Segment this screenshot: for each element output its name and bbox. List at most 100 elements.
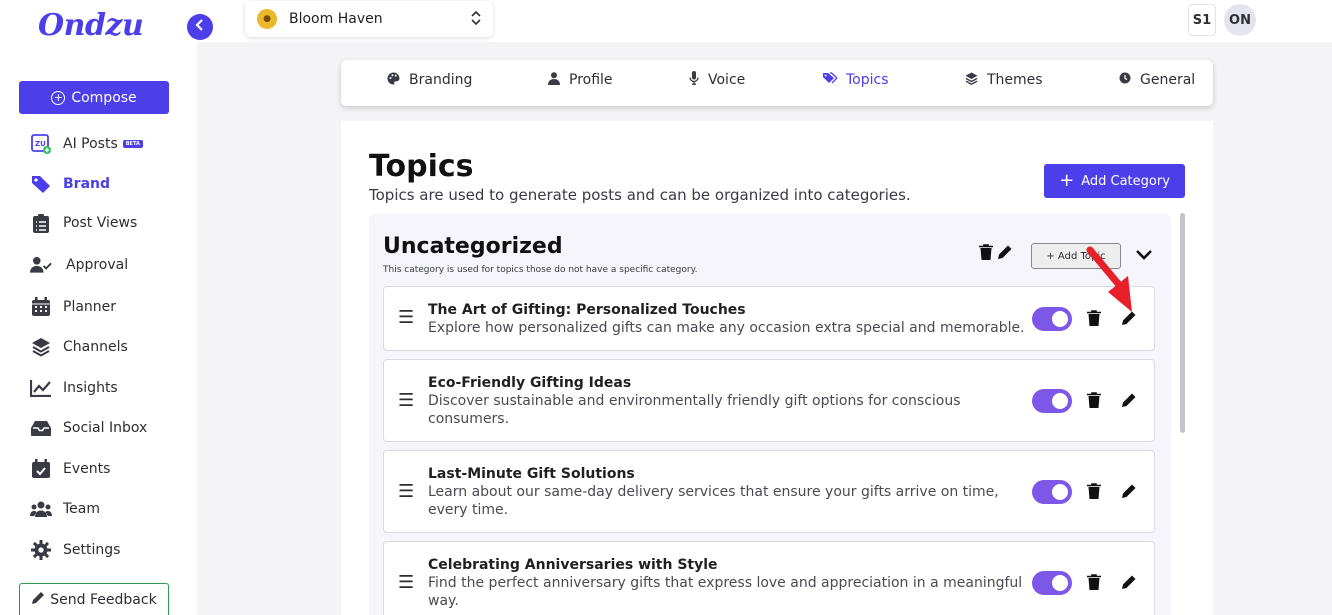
ai-posts-icon: ZU <box>30 133 52 155</box>
pencil-icon[interactable] <box>1121 483 1137 503</box>
tab-branding[interactable]: Branding <box>387 60 472 100</box>
layers-icon <box>30 336 52 358</box>
pencil-icon[interactable] <box>1121 574 1137 594</box>
topic-description: Explore how personalized gifts can make … <box>428 320 1025 336</box>
sidebar-item-events[interactable]: Events <box>30 457 110 481</box>
sidebar-item-label: Brand <box>63 176 111 192</box>
layers-icon <box>965 72 978 89</box>
brand-selector[interactable]: ● Bloom Haven <box>245 1 493 37</box>
sidebar-item-insights[interactable]: Insights <box>30 376 118 400</box>
sidebar-item-label: Post Views <box>63 215 138 231</box>
tab-general[interactable]: General <box>1119 60 1195 100</box>
topic-card: ☰ The Art of Gifting: Personalized Touch… <box>383 286 1155 351</box>
tab-profile[interactable]: Profile <box>548 60 613 100</box>
drag-handle-icon[interactable]: ☰ <box>398 307 414 328</box>
send-feedback-button[interactable]: Send Feedback <box>19 583 169 615</box>
add-category-label: Add Category <box>1081 173 1170 189</box>
plus-circle-icon: + <box>51 90 66 105</box>
topic-description: Learn about our same-day delivery servic… <box>428 484 999 518</box>
collapse-sidebar-button[interactable] <box>187 14 213 40</box>
tab-label: Themes <box>987 72 1043 88</box>
palette-icon <box>387 72 400 89</box>
inbox-icon <box>30 417 52 439</box>
sidebar-item-label: Channels <box>63 339 128 355</box>
sidebar-item-label: Insights <box>63 380 118 396</box>
compose-button[interactable]: + Compose <box>19 81 169 114</box>
brand-tabs: Branding Profile Voice Topics Themes Gen… <box>341 60 1213 106</box>
calendar-icon <box>30 296 52 318</box>
topic-description: Find the perfect anniversary gifts that … <box>428 575 1023 609</box>
tab-label: Branding <box>409 72 473 88</box>
pencil-icon <box>31 591 45 609</box>
workspace-badge[interactable]: S1 <box>1188 4 1216 36</box>
category-description: This category is used for topics those d… <box>383 265 698 275</box>
drag-handle-icon[interactable]: ☰ <box>398 481 414 502</box>
topic-title: Last-Minute Gift Solutions <box>428 466 635 482</box>
sidebar-item-label: Settings <box>63 542 121 558</box>
page-title: Topics <box>369 149 474 184</box>
sidebar-item-label: AI Posts <box>63 136 118 152</box>
compose-label: Compose <box>71 89 137 106</box>
sidebar-item-ai-posts[interactable]: ZU AI Posts BETA <box>30 132 143 156</box>
category-scrollbar[interactable] <box>1180 213 1185 433</box>
sidebar: Ondzu + Compose ZU AI Posts BETA Brand P… <box>0 0 197 615</box>
app-logo[interactable]: Ondzu <box>38 8 144 43</box>
topic-title: The Art of Gifting: Personalized Touches <box>428 302 746 318</box>
topic-title: Eco-Friendly Gifting Ideas <box>428 375 632 391</box>
topic-card: ☰ Last-Minute Gift Solutions Learn about… <box>383 450 1155 533</box>
topic-enabled-toggle[interactable] <box>1032 307 1072 331</box>
sidebar-item-post-views[interactable]: Post Views <box>30 211 137 235</box>
avatar[interactable]: ON <box>1224 4 1256 36</box>
clock-icon <box>1119 72 1131 88</box>
svg-text:ZU: ZU <box>35 140 46 148</box>
sidebar-item-channels[interactable]: Channels <box>30 335 128 359</box>
sidebar-item-label: Approval <box>66 257 129 273</box>
send-feedback-label: Send Feedback <box>50 591 157 608</box>
users-icon <box>30 498 52 520</box>
tab-label: Topics <box>846 72 889 88</box>
sidebar-item-label: Team <box>63 501 101 517</box>
trash-icon[interactable] <box>1087 392 1101 412</box>
add-category-button[interactable]: + Add Category <box>1044 164 1185 198</box>
pencil-icon[interactable] <box>997 244 1013 264</box>
category-uncategorized: Uncategorized This category is used for … <box>369 214 1171 615</box>
tab-topics[interactable]: Topics <box>823 60 889 100</box>
drag-handle-icon[interactable]: ☰ <box>398 390 414 411</box>
topics-card: Topics Topics are used to generate posts… <box>341 121 1213 615</box>
trash-icon[interactable] <box>1087 483 1101 503</box>
tab-label: Voice <box>708 72 746 88</box>
topic-card: ☰ Celebrating Anniversaries with Style F… <box>383 541 1155 615</box>
sidebar-item-planner[interactable]: Planner <box>30 295 116 319</box>
tab-voice[interactable]: Voice <box>689 60 745 100</box>
tags-icon <box>823 72 838 88</box>
chart-line-icon <box>30 377 52 399</box>
tag-icon <box>30 173 52 195</box>
category-actions <box>979 244 1013 264</box>
topic-enabled-toggle[interactable] <box>1032 480 1072 504</box>
clipboard-list-icon <box>30 212 52 234</box>
tab-label: General <box>1140 72 1196 88</box>
tab-label: Profile <box>569 72 613 88</box>
page-subtitle: Topics are used to generate posts and ca… <box>369 186 911 204</box>
drag-handle-icon[interactable]: ☰ <box>398 572 414 593</box>
topic-enabled-toggle[interactable] <box>1032 571 1072 595</box>
sidebar-item-approval[interactable]: Approval <box>30 253 128 277</box>
sidebar-item-team[interactable]: Team <box>30 497 100 521</box>
pencil-icon[interactable] <box>1121 392 1137 412</box>
user-icon <box>548 71 560 89</box>
sidebar-item-label: Events <box>63 461 111 477</box>
chevron-left-icon <box>195 19 205 35</box>
beta-badge: BETA <box>122 140 143 148</box>
category-title: Uncategorized <box>383 234 563 259</box>
topic-enabled-toggle[interactable] <box>1032 389 1072 413</box>
sidebar-item-label: Planner <box>63 299 117 315</box>
topic-card: ☰ Eco-Friendly Gifting Ideas Discover su… <box>383 359 1155 442</box>
sidebar-item-social-inbox[interactable]: Social Inbox <box>30 416 147 440</box>
brand-name: Bloom Haven <box>289 11 383 27</box>
trash-icon[interactable] <box>1087 574 1101 594</box>
calendar-check-icon <box>30 458 52 480</box>
sidebar-item-brand[interactable]: Brand <box>30 172 110 196</box>
trash-icon[interactable] <box>979 244 993 264</box>
sidebar-item-settings[interactable]: Settings <box>30 538 120 562</box>
tab-themes[interactable]: Themes <box>965 60 1043 100</box>
